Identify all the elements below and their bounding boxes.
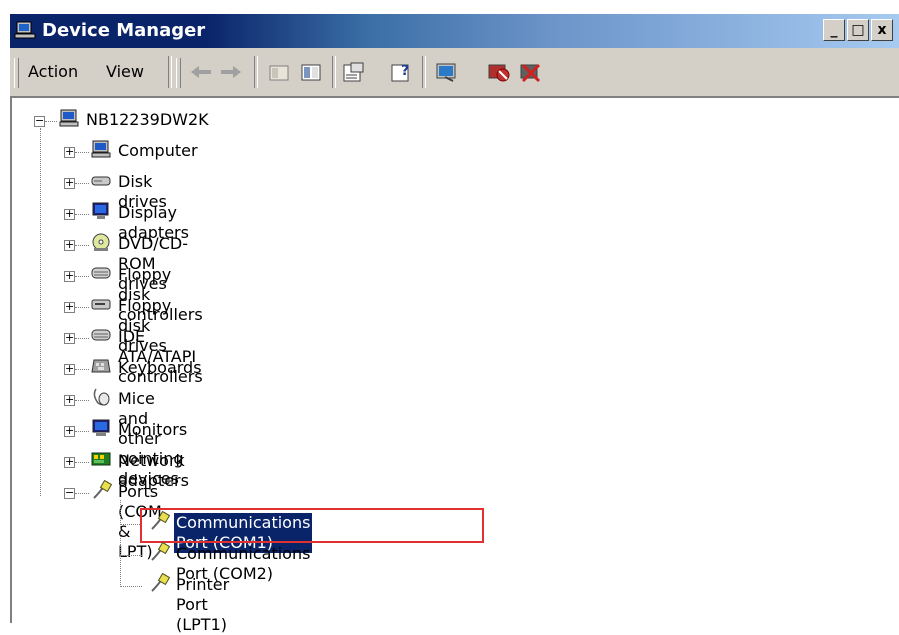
tree-expander-keyboards[interactable]: + — [64, 363, 75, 375]
toolbar-separator — [254, 56, 258, 88]
keyboard-icon — [91, 359, 111, 373]
tree-connector-line — [120, 524, 142, 525]
tree-connector-line — [75, 431, 89, 432]
tree-expander-mice-and-other-pointing-devices[interactable]: + — [64, 394, 75, 406]
tree-connector-line — [75, 493, 89, 494]
device-manager-icon — [14, 21, 36, 39]
device-tree-pane[interactable]: − NB12239DW2K + Computer + Disk drives + Displa… — [10, 96, 899, 634]
mouse-icon — [93, 388, 110, 406]
tree-connector-line — [75, 276, 89, 277]
tree-connector-line — [75, 338, 89, 339]
tree-expander-disk-drives[interactable]: + — [64, 177, 75, 189]
device-manager-window: Device Manager _ □ x Action View ? − NB1… — [8, 12, 899, 634]
port-icon — [93, 480, 112, 499]
tree-connector-line — [120, 555, 142, 556]
controller-icon — [91, 329, 111, 341]
tree-connector-line — [75, 245, 89, 246]
tree-category-computer[interactable]: Computer — [116, 141, 200, 161]
tree-category-monitors[interactable]: Monitors — [116, 420, 189, 440]
tree-connector-line — [120, 586, 142, 587]
tree-expander-ports-com-lpt-[interactable]: − — [64, 487, 75, 499]
maximize-button[interactable]: □ — [847, 19, 869, 41]
annotation-highlight-box — [140, 508, 484, 543]
toolbar-separator — [332, 56, 336, 88]
minimize-button[interactable]: _ — [823, 19, 845, 41]
tree-expander-dvd-cd-rom-drives[interactable]: + — [64, 239, 75, 251]
computer-icon — [59, 109, 79, 127]
svg-text:?: ? — [401, 63, 409, 79]
monitor-icon — [92, 419, 110, 436]
tree-connector-line — [75, 152, 89, 153]
toolbar-separator — [422, 56, 426, 88]
tree-expander-ide-ata-atapi-controllers[interactable]: + — [64, 332, 75, 344]
toolbar-grip[interactable] — [14, 58, 19, 88]
menu-view[interactable]: View — [106, 62, 144, 81]
network-adapter-icon — [91, 452, 111, 466]
disk-drive-icon — [91, 176, 111, 186]
display-adapter-icon — [92, 202, 109, 219]
tree-category-ide-ata-atapi-controllers[interactable]: IDE ATA/ATAPI controllers — [116, 327, 205, 387]
tree-connector-line — [75, 183, 89, 184]
window-controls: _ □ x — [823, 19, 893, 41]
window-title: Device Manager — [42, 20, 206, 41]
menu-action-label: Action — [28, 62, 79, 81]
menu-action[interactable]: Action — [28, 62, 78, 81]
computer-icon — [91, 140, 111, 158]
root-collapse-toggle[interactable]: − — [34, 115, 45, 127]
tree-connector-line — [75, 400, 89, 401]
port-item-printer-port-lpt1[interactable]: Printer Port (LPT1) — [174, 575, 231, 635]
tree-connector-line — [75, 462, 89, 463]
controller-icon — [91, 267, 111, 279]
forward-arrow-icon[interactable] — [218, 60, 244, 84]
close-button[interactable]: x — [871, 19, 893, 41]
dvd-drive-icon — [92, 233, 110, 251]
title-bar[interactable]: Device Manager _ □ x — [10, 14, 899, 48]
back-arrow-icon[interactable] — [188, 60, 214, 84]
toolbar-grip[interactable] — [176, 58, 181, 88]
show-hide-tree-icon[interactable] — [298, 60, 324, 84]
tree-expander-computer[interactable]: + — [64, 146, 75, 158]
help-icon[interactable]: ? — [388, 60, 414, 84]
properties-icon[interactable] — [340, 60, 366, 84]
tree-connector-line — [120, 500, 121, 587]
tree-connector-line — [75, 307, 89, 308]
menu-view-label: View — [106, 62, 144, 81]
tree-root-computer-name[interactable]: NB12239DW2K — [84, 110, 211, 130]
scan-hardware-icon[interactable] — [434, 60, 460, 84]
floppy-drive-icon — [91, 299, 111, 310]
tree-expander-monitors[interactable]: + — [64, 425, 75, 437]
tree-expander-floppy-disk-controllers[interactable]: + — [64, 270, 75, 282]
tree-category-keyboards[interactable]: Keyboards — [116, 358, 204, 378]
toolbar-separator — [168, 56, 172, 88]
toolbar: Action View ? — [10, 50, 899, 94]
uninstall-device-icon[interactable] — [518, 60, 544, 84]
tree-expander-display-adapters[interactable]: + — [64, 208, 75, 220]
tree-expander-floppy-disk-drives[interactable]: + — [64, 301, 75, 313]
port-icon — [151, 573, 170, 592]
tree-connector-line — [75, 214, 89, 215]
tree-connector-line — [45, 121, 57, 122]
disable-device-icon[interactable] — [486, 60, 512, 84]
port-icon — [151, 542, 170, 561]
up-folder-icon[interactable] — [266, 60, 292, 84]
tree-connector-line — [40, 128, 41, 496]
tree-connector-line — [75, 369, 89, 370]
tree-expander-network-adapters[interactable]: + — [64, 456, 75, 468]
